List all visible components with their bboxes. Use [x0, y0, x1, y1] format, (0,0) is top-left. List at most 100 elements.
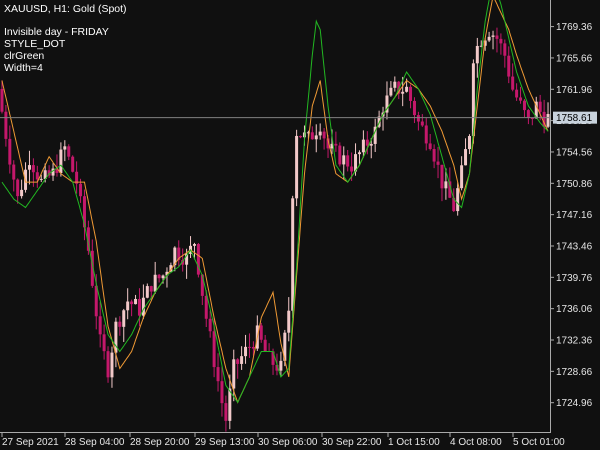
candle: [102, 324, 106, 360]
candle: [416, 111, 420, 131]
price-tick-label: 1750.86: [556, 179, 593, 190]
price-tick-label: 1754.56: [556, 147, 593, 158]
candle: [122, 308, 126, 342]
price-tick-label: 1769.36: [556, 22, 593, 33]
candle: [515, 83, 519, 101]
candle: [361, 130, 365, 158]
candle: [519, 86, 523, 104]
chart-window[interactable]: 1769.361765.661761.961758.261754.561750.…: [0, 0, 600, 450]
candle: [35, 165, 39, 188]
candle: [110, 346, 114, 388]
indicator-line-2: STYLE_DOT: [4, 38, 66, 50]
candle: [522, 99, 526, 118]
candle: [436, 146, 440, 179]
candle: [409, 84, 413, 109]
candle: [412, 97, 416, 124]
candle: [526, 109, 530, 125]
candle: [189, 236, 193, 258]
indicator-line-3: clrGreen: [4, 50, 45, 62]
candle: [224, 395, 228, 432]
time-tick-label: 30 Sep 06:00: [258, 437, 318, 448]
current-price-label: 1758.61: [556, 113, 593, 124]
chart-symbol-header: XAUUSD, H1: Gold (Spot): [4, 3, 127, 15]
price-tick-label: 1765.66: [556, 53, 593, 64]
price-tick-label: 1732.36: [556, 336, 593, 347]
candle: [220, 366, 224, 417]
time-tick-label: 29 Sep 13:00: [195, 437, 255, 448]
time-tick-label: 4 Oct 08:00: [450, 437, 502, 448]
candle: [530, 118, 534, 126]
price-tick-label: 1761.96: [556, 85, 593, 96]
price-chart[interactable]: 1769.361765.661761.961758.261754.561750.…: [0, 0, 600, 450]
candle: [338, 142, 342, 167]
candle: [244, 334, 248, 364]
candle: [118, 316, 122, 336]
candle: [318, 123, 322, 140]
candle: [393, 76, 397, 92]
candle: [464, 138, 468, 166]
time-tick-label: 30 Sep 22:00: [322, 437, 382, 448]
candle: [157, 273, 161, 283]
candle: [467, 134, 471, 155]
candle: [287, 297, 291, 342]
candle: [263, 334, 267, 352]
candle: [4, 104, 8, 147]
candle: [47, 165, 51, 178]
candle: [8, 125, 12, 174]
candle: [373, 118, 377, 152]
candle: [322, 128, 326, 150]
candle: [75, 161, 79, 194]
candle: [385, 81, 389, 120]
candle: [71, 155, 75, 173]
time-tick-label: 27 Sep 2021: [2, 437, 59, 448]
candle: [267, 343, 271, 353]
time-tick-label: 28 Sep 20:00: [130, 437, 190, 448]
candle: [247, 333, 251, 358]
symbol-label: XAUUSD, H1:: [4, 3, 70, 15]
candle: [106, 346, 110, 383]
candle: [420, 114, 424, 127]
candle: [55, 154, 59, 177]
candle: [495, 27, 499, 53]
candle: [216, 353, 220, 392]
price-tick-label: 1747.16: [556, 210, 593, 221]
price-tick-label: 1736.06: [556, 304, 593, 315]
time-tick-label: 1 Oct 15:00: [388, 437, 440, 448]
candle: [12, 160, 16, 192]
candle: [389, 81, 393, 97]
candle: [507, 46, 511, 84]
candle: [440, 164, 444, 202]
candle: [67, 144, 71, 161]
candle: [295, 129, 299, 207]
candle: [27, 150, 31, 185]
candle: [145, 283, 149, 299]
candle: [153, 261, 157, 294]
candle: [475, 37, 479, 78]
candle: [20, 179, 24, 199]
candle: [236, 358, 240, 379]
candles-layer: [0, 27, 550, 432]
candle: [381, 106, 385, 131]
time-tick-label: 5 Oct 01:00: [513, 437, 565, 448]
candle: [346, 149, 350, 172]
price-tick-label: 1743.46: [556, 241, 593, 252]
indicator-line-1: Invisible day - FRIDAY: [4, 26, 109, 38]
candle: [314, 124, 318, 153]
instrument-label: Gold (Spot): [72, 3, 127, 15]
candle: [130, 299, 134, 317]
candle: [141, 284, 145, 320]
candle: [428, 133, 432, 151]
time-axis[interactable]: 27 Sep 2021 28 Sep 04:00 28 Sep 20:00 29 Se…: [1, 432, 565, 448]
candle: [310, 126, 314, 140]
candle: [98, 302, 102, 348]
candle: [259, 322, 263, 343]
price-tick-label: 1728.66: [556, 367, 593, 378]
indicator-line-4: Width=4: [4, 62, 43, 74]
candle: [196, 242, 200, 278]
price-axis[interactable]: 1769.361765.661761.961758.261754.561750.…: [550, 22, 593, 409]
current-price-tag: 1758.61: [553, 111, 597, 124]
candle: [432, 144, 436, 169]
candle: [134, 294, 138, 305]
candle: [460, 156, 464, 191]
candle: [299, 135, 303, 139]
